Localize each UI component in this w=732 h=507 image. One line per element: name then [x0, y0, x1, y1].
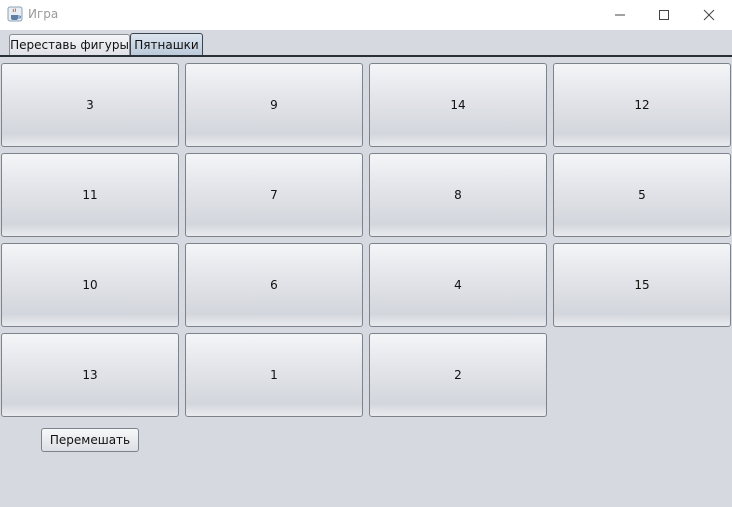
tile-r3c4[interactable]: 15 — [553, 243, 731, 327]
tile-r1c4[interactable]: 12 — [553, 63, 731, 147]
tile-r4c2[interactable]: 1 — [185, 333, 363, 417]
close-button[interactable] — [686, 0, 732, 30]
tab-fifteen-puzzle[interactable]: Пятнашки — [130, 33, 203, 56]
tile-r1c1[interactable]: 3 — [1, 63, 179, 147]
minimize-icon — [615, 14, 625, 16]
maximize-button[interactable] — [641, 0, 687, 30]
tile-r1c2[interactable]: 9 — [185, 63, 363, 147]
tab-strip: Переставь фигуры Пятнашки — [0, 30, 732, 58]
tile-r4c1[interactable]: 13 — [1, 333, 179, 417]
tile-r1c3[interactable]: 14 — [369, 63, 547, 147]
tile-r3c2[interactable]: 6 — [185, 243, 363, 327]
tile-r2c4[interactable]: 5 — [553, 153, 731, 237]
tile-r2c2[interactable]: 7 — [185, 153, 363, 237]
tile-r2c3[interactable]: 8 — [369, 153, 547, 237]
shuffle-button[interactable]: Перемешать — [41, 428, 139, 452]
close-icon — [703, 9, 715, 21]
maximize-icon — [659, 10, 669, 20]
tab-divider — [0, 55, 732, 57]
tile-r2c1[interactable]: 11 — [1, 153, 179, 237]
tile-r3c3[interactable]: 4 — [369, 243, 547, 327]
tile-r4c3[interactable]: 2 — [369, 333, 547, 417]
minimize-button[interactable] — [597, 0, 643, 30]
tile-r3c1[interactable]: 10 — [1, 243, 179, 327]
tab-rearrange-figures[interactable]: Переставь фигуры — [9, 34, 130, 55]
java-cup-icon — [7, 6, 23, 22]
title-bar: Игра — [0, 0, 732, 30]
window-title: Игра — [28, 7, 59, 21]
